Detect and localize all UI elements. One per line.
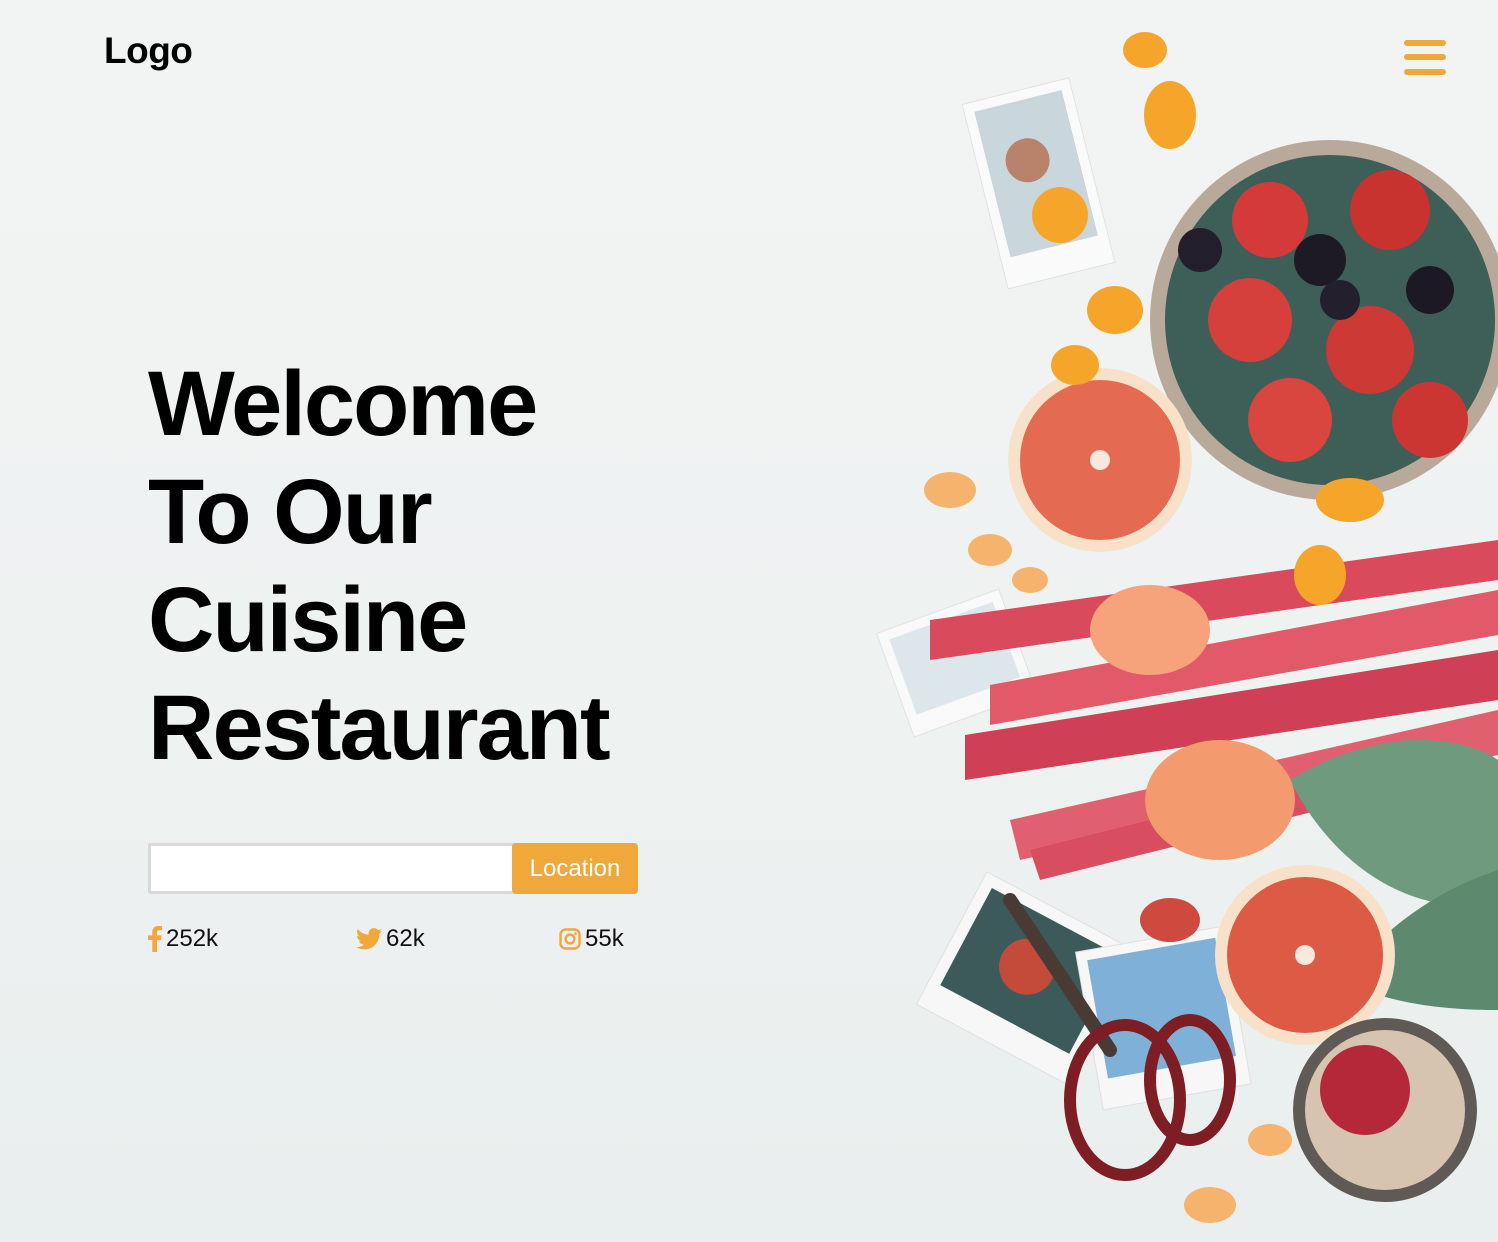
facebook-icon — [148, 926, 162, 952]
social-twitter[interactable]: 62k — [356, 924, 425, 954]
berry-bowl — [1150, 140, 1498, 500]
polaroid-top — [961, 77, 1116, 290]
logo[interactable]: Logo — [104, 30, 193, 72]
instagram-count: 55k — [585, 925, 624, 952]
instagram-icon — [559, 928, 581, 950]
twitter-icon — [356, 928, 382, 950]
food-photo — [875, 32, 1498, 1223]
social-facebook[interactable]: 252k — [148, 924, 218, 954]
hero-title: Welcome To Our Cuisine Restaurant — [148, 350, 611, 782]
social-instagram[interactable]: 55k — [559, 924, 624, 954]
twitter-count: 62k — [386, 925, 425, 952]
location-button[interactable]: Location — [512, 843, 638, 894]
location-input[interactable] — [148, 843, 524, 894]
peppercorn-bowl — [1293, 1018, 1477, 1202]
hero-title-line-1: Welcome — [148, 353, 538, 455]
location-search-row: Location — [148, 843, 638, 894]
hero-title-line-2: To Our — [148, 461, 433, 563]
hero-title-line-4: Restaurant — [148, 677, 611, 779]
facebook-count: 252k — [166, 925, 219, 952]
hero-title-line-3: Cuisine — [148, 569, 468, 671]
